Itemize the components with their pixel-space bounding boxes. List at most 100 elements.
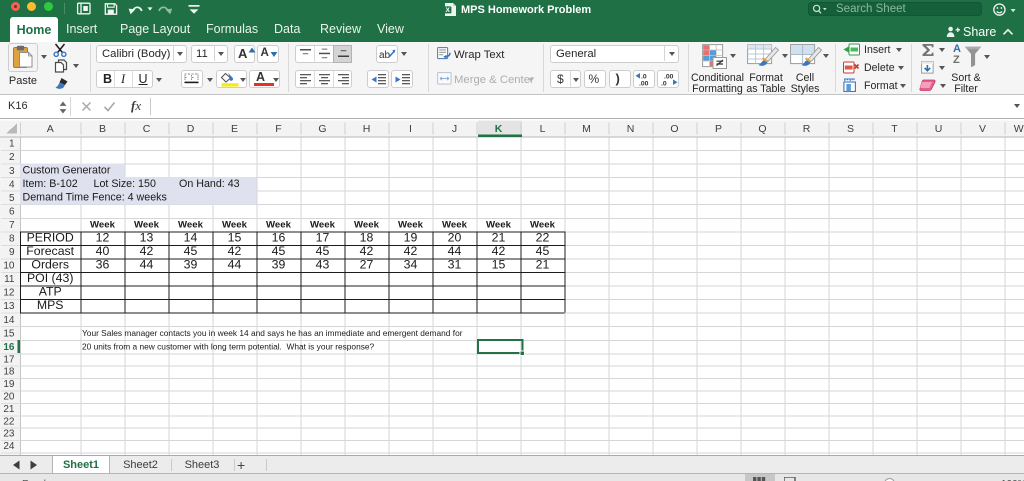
- svg-text:39: 39: [184, 257, 198, 271]
- svg-text:15: 15: [228, 230, 242, 244]
- svg-text:C: C: [143, 123, 151, 135]
- svg-text:B: B: [99, 123, 106, 135]
- svg-text:20: 20: [3, 392, 15, 403]
- svg-text:Week: Week: [134, 220, 160, 231]
- svg-text:W: W: [1014, 123, 1024, 135]
- svg-text:34: 34: [404, 257, 418, 271]
- svg-text:N: N: [627, 123, 635, 135]
- svg-text:PERIOD: PERIOD: [27, 230, 74, 244]
- svg-text:23: 23: [3, 429, 15, 440]
- svg-text:45: 45: [184, 244, 198, 258]
- svg-text:V: V: [979, 123, 986, 135]
- svg-text:44: 44: [448, 244, 462, 258]
- svg-text:42: 42: [228, 244, 242, 258]
- svg-text:MPS: MPS: [37, 298, 64, 312]
- svg-text:18: 18: [360, 230, 374, 244]
- svg-text:39: 39: [272, 257, 286, 271]
- svg-text:42: 42: [360, 244, 374, 258]
- svg-text:12: 12: [3, 288, 15, 299]
- svg-text:36: 36: [96, 257, 110, 271]
- svg-text:.00: .00: [639, 80, 649, 86]
- svg-text:J: J: [452, 123, 457, 135]
- svg-text:4: 4: [9, 179, 15, 190]
- svg-text:42: 42: [140, 244, 154, 258]
- svg-text:12: 12: [96, 230, 110, 244]
- svg-text:45: 45: [316, 244, 330, 258]
- svg-text:Week: Week: [354, 220, 380, 231]
- svg-text:20: 20: [448, 230, 462, 244]
- svg-text:15: 15: [492, 257, 506, 271]
- svg-text:44: 44: [228, 257, 242, 271]
- svg-text:Custom Generator: Custom Generator: [23, 165, 111, 177]
- svg-text:10: 10: [3, 261, 15, 272]
- svg-text:Item: B-102: Item: B-102: [23, 178, 78, 190]
- svg-text:R: R: [803, 123, 811, 135]
- svg-text:7: 7: [9, 220, 15, 231]
- svg-text:22: 22: [536, 230, 550, 244]
- svg-text:45: 45: [272, 244, 286, 258]
- svg-text:9: 9: [9, 247, 15, 258]
- svg-text:.00: .00: [664, 73, 674, 80]
- svg-text:Forecast: Forecast: [26, 244, 74, 258]
- svg-text:17: 17: [3, 354, 15, 365]
- svg-text:21: 21: [536, 257, 550, 271]
- svg-text:Demand Time Fence: 4 weeks: Demand Time Fence: 4 weeks: [23, 192, 167, 204]
- svg-text:19: 19: [3, 379, 15, 390]
- svg-text:14: 14: [3, 315, 15, 326]
- svg-text:G: G: [318, 123, 326, 135]
- svg-text:Week: Week: [178, 220, 204, 231]
- svg-text:O: O: [670, 123, 678, 135]
- svg-text:Lot Size: 150: Lot Size: 150: [94, 178, 156, 190]
- svg-text:Week: Week: [310, 220, 336, 231]
- svg-text:17: 17: [316, 230, 330, 244]
- svg-text:Week: Week: [530, 220, 556, 231]
- svg-text:14: 14: [184, 230, 198, 244]
- svg-text:ATP: ATP: [39, 285, 62, 299]
- svg-text:I: I: [409, 123, 412, 135]
- svg-text:H: H: [363, 123, 371, 135]
- svg-text:K: K: [495, 123, 503, 135]
- svg-text:16: 16: [3, 342, 15, 353]
- svg-text:44: 44: [140, 257, 154, 271]
- svg-text:ab: ab: [379, 50, 391, 61]
- svg-text:.0: .0: [641, 73, 647, 80]
- svg-text:13: 13: [3, 301, 15, 312]
- svg-text:L: L: [540, 123, 546, 135]
- svg-text:E: E: [231, 123, 238, 135]
- svg-text:27: 27: [360, 257, 374, 271]
- svg-text:5: 5: [9, 193, 15, 204]
- svg-text:Week: Week: [442, 220, 468, 231]
- svg-text:19: 19: [404, 230, 418, 244]
- svg-text:U: U: [935, 123, 943, 135]
- svg-text:42: 42: [404, 244, 418, 258]
- svg-text:40: 40: [96, 244, 110, 258]
- svg-text:M: M: [582, 123, 591, 135]
- svg-text:Your Sales manager contacts yo: Your Sales manager contacts you in week …: [82, 328, 463, 338]
- svg-text:18: 18: [3, 367, 15, 378]
- svg-text:A: A: [47, 123, 54, 135]
- svg-text:21: 21: [492, 230, 506, 244]
- svg-text:31: 31: [448, 257, 462, 271]
- svg-text:Week: Week: [222, 220, 248, 231]
- svg-text:43: 43: [316, 257, 330, 271]
- svg-text:45: 45: [536, 244, 550, 258]
- svg-text:24: 24: [3, 441, 15, 452]
- svg-text:.0: .0: [661, 80, 667, 86]
- svg-text:15: 15: [3, 328, 15, 339]
- svg-text:D: D: [187, 123, 195, 135]
- svg-text:21: 21: [3, 404, 15, 415]
- svg-text:T: T: [891, 123, 898, 135]
- svg-text:22: 22: [3, 416, 15, 427]
- svg-text:42: 42: [492, 244, 506, 258]
- svg-text:1: 1: [9, 139, 15, 150]
- svg-text:3: 3: [9, 166, 15, 177]
- svg-text:Week: Week: [266, 220, 292, 231]
- svg-text:16: 16: [272, 230, 286, 244]
- svg-text:Week: Week: [486, 220, 512, 231]
- svg-text:6: 6: [9, 206, 15, 217]
- svg-text:S: S: [847, 123, 854, 135]
- svg-text:Orders: Orders: [31, 257, 69, 271]
- svg-text:Week: Week: [90, 220, 116, 231]
- svg-text:P: P: [715, 123, 722, 135]
- svg-text:20 units from a new customer w: 20 units from a new customer with long t…: [82, 342, 375, 352]
